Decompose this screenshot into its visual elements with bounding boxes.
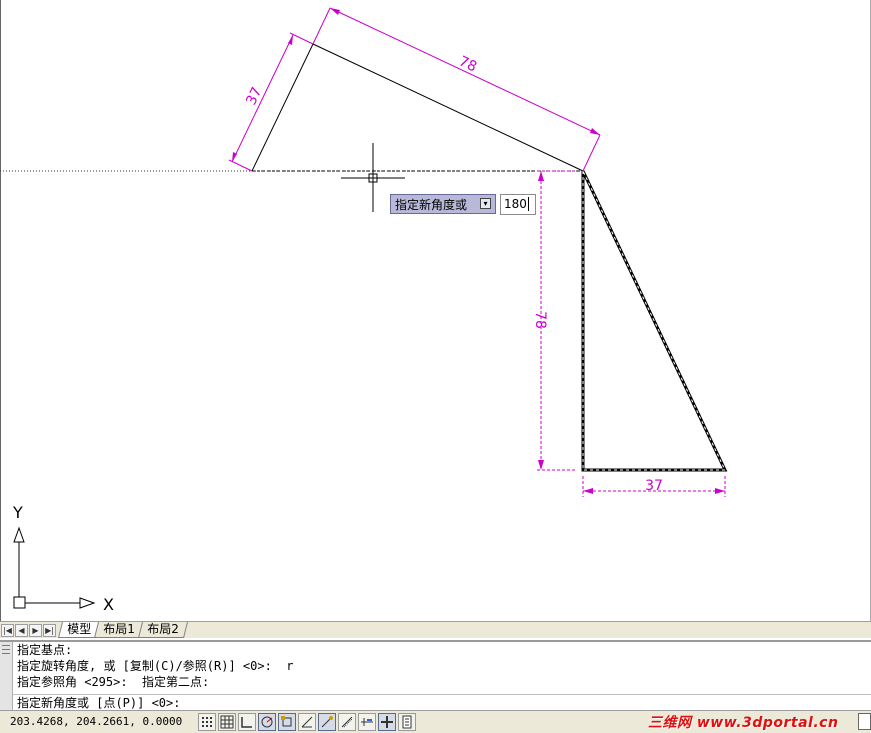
tab-layout1[interactable]: 布局1	[94, 622, 144, 638]
prev-tab-icon[interactable]: ◀	[15, 623, 28, 637]
lineweight-icon	[381, 716, 393, 728]
selected-triangle[interactable]	[581, 170, 728, 472]
dyn-icon	[361, 718, 373, 726]
otrack-icon	[321, 716, 333, 728]
dimension-78-label: 78	[456, 53, 479, 75]
polar-tracking-button[interactable]	[258, 713, 276, 731]
allow-disallow-ucs-button[interactable]	[338, 713, 356, 731]
ucs-y-label: Y	[12, 503, 23, 522]
dynamic-input-angle-field[interactable]: 180	[500, 194, 536, 215]
dynamic-input-prompt-text: 指定新角度或	[395, 197, 468, 212]
ortho-mode-button[interactable]	[238, 713, 256, 731]
ducs-icon	[301, 716, 313, 728]
status-tray-icon[interactable]	[858, 713, 871, 730]
command-history-line: 指定基点:	[17, 643, 73, 657]
quick-properties-button[interactable]	[398, 713, 416, 731]
first-tab-icon[interactable]: |◀	[1, 623, 14, 637]
dropdown-arrow-icon[interactable]: ▾	[480, 198, 491, 209]
layout-tab-bar: |◀ ◀ ▶ ▶| 模型 布局1 布局2	[0, 621, 871, 638]
snap-mode-button[interactable]	[198, 713, 216, 731]
command-input-line[interactable]: 指定新角度或 [点(P)] <0>:	[13, 694, 871, 711]
last-tab-icon[interactable]: ▶|	[43, 623, 56, 637]
dynamic-input-button[interactable]	[358, 713, 376, 731]
coordinate-readout[interactable]: 203.4268, 204.2661, 0.0000	[2, 712, 196, 732]
polar-icon	[261, 716, 273, 728]
command-history-line: 指定参照角 <295>: 指定第二点:	[17, 675, 210, 689]
ucs-toggle-icon	[341, 716, 353, 728]
dimension-37-bottom-label: 37	[645, 478, 663, 494]
grid-display-button[interactable]	[218, 713, 236, 731]
properties-icon	[402, 715, 412, 729]
tab-layout2[interactable]: 布局2	[137, 622, 188, 638]
command-window: 指定基点: 指定旋转角度, 或 [复制(C)/参照(R)] <0>: r 指定参…	[0, 640, 871, 710]
dynamic-input-prompt: 指定新角度或 ▾	[390, 194, 496, 214]
snap-icon	[202, 717, 212, 727]
command-window-grip[interactable]	[0, 642, 13, 710]
dimension-37-left-label: 37	[243, 85, 265, 108]
dimension-37-aligned[interactable]	[228, 32, 314, 172]
ucs-icon	[13, 526, 96, 609]
watermark-logo: 三维网 www.3dportal.cn	[648, 715, 839, 731]
drawing-svg: 78 37 78 37 Y X	[0, 0, 871, 621]
drawing-canvas[interactable]: 78 37 78 37 Y X 指定新角度或 ▾ 180	[0, 0, 871, 621]
grid-icon	[220, 715, 234, 729]
osnap-icon	[281, 716, 292, 727]
dynamic-ucs-button[interactable]	[298, 713, 316, 731]
ucs-x-label: X	[103, 595, 114, 614]
object-snap-button[interactable]	[278, 713, 296, 731]
command-history-line: 指定旋转角度, 或 [复制(C)/参照(R)] <0>: r	[17, 659, 294, 673]
dimension-78-vertical-label: 78	[532, 311, 548, 329]
next-tab-icon[interactable]: ▶	[29, 623, 42, 637]
object-tracking-button[interactable]	[318, 713, 336, 731]
rotating-triangle	[251, 43, 584, 172]
lineweight-button[interactable]	[378, 713, 396, 731]
dimension-78-aligned[interactable]	[312, 7, 601, 172]
ortho-icon	[241, 717, 252, 728]
command-prompt: 指定新角度或 [点(P)] <0>:	[17, 696, 181, 710]
dynamic-input-value: 180	[504, 197, 527, 211]
